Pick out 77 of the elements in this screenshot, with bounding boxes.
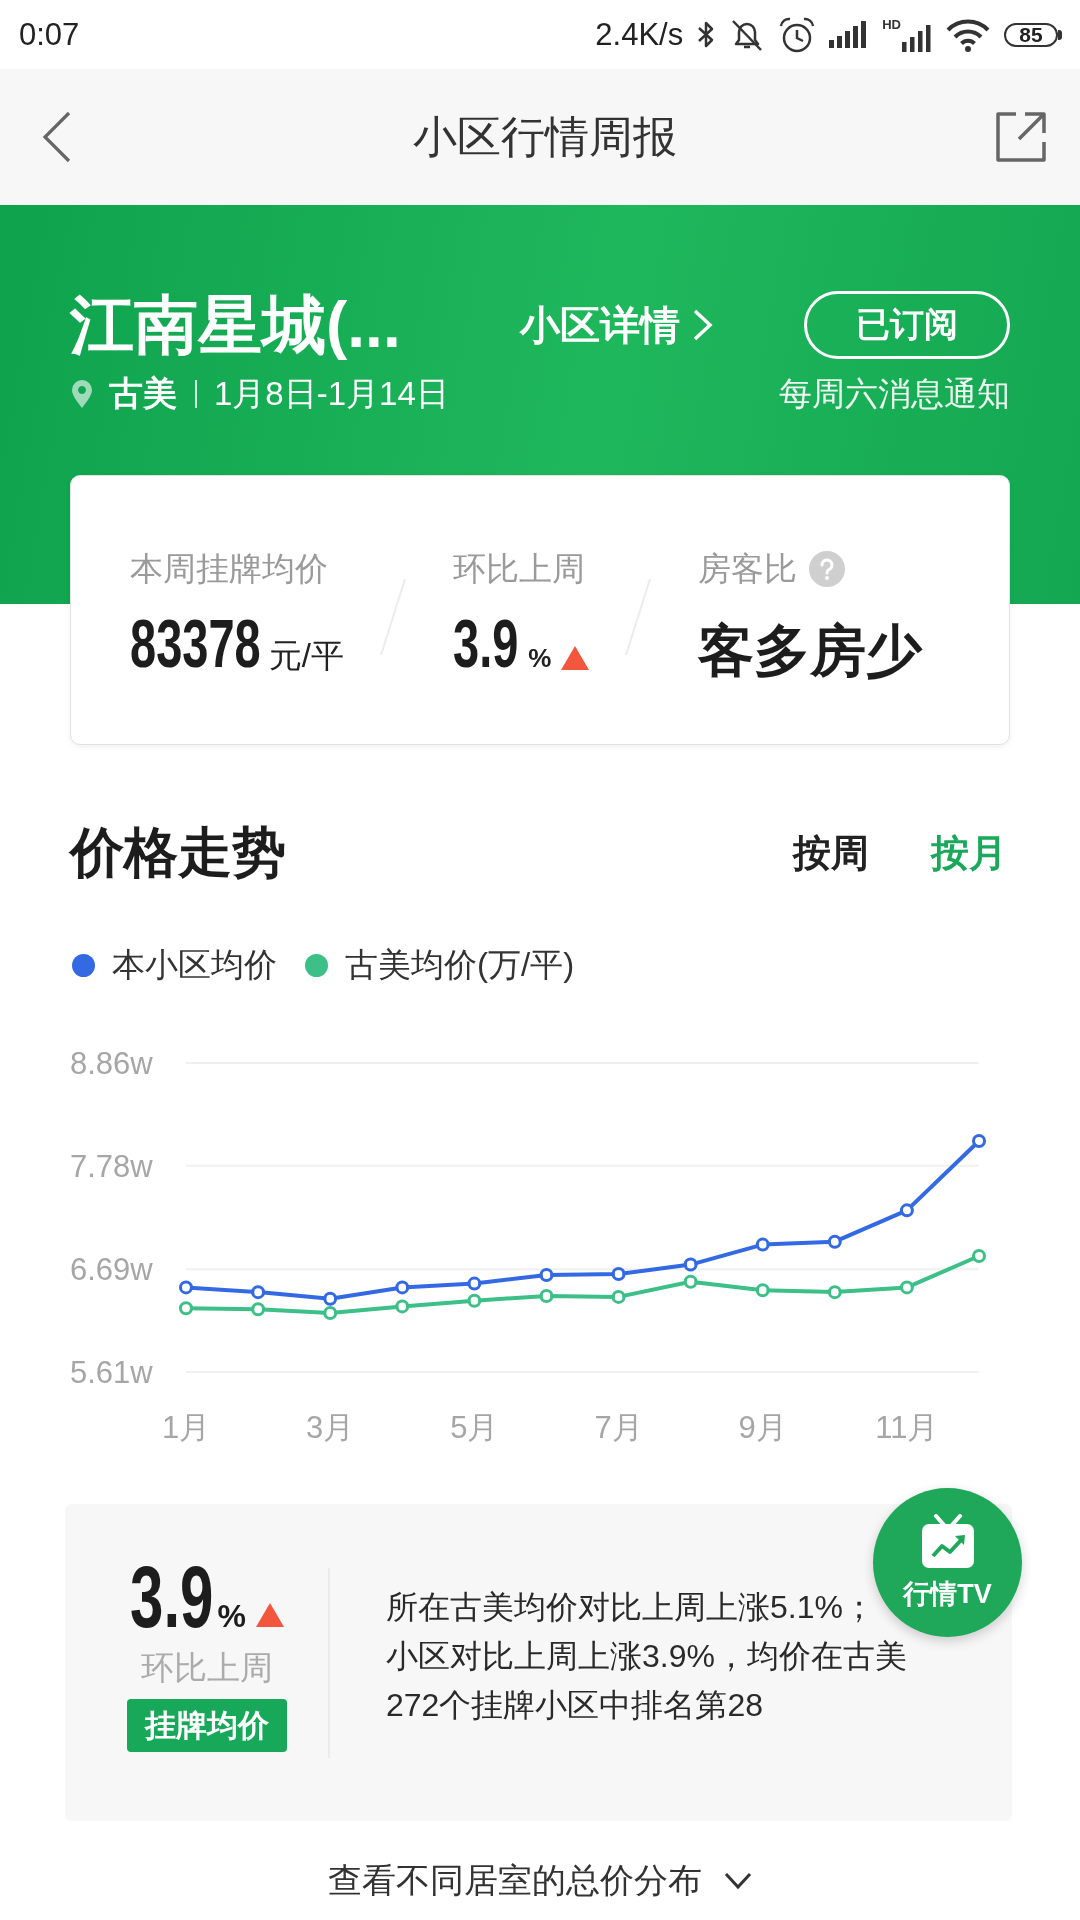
data-point [251, 1302, 266, 1317]
stat-label: 房客比 [698, 548, 797, 589]
x-axis-label: 7月 [594, 1410, 643, 1445]
data-point [467, 1276, 482, 1291]
data-point [395, 1280, 410, 1295]
x-axis-label: 9月 [738, 1410, 787, 1445]
data-point [395, 1299, 410, 1314]
data-point [179, 1301, 193, 1316]
chevron-down-icon [724, 1872, 752, 1890]
data-point [467, 1293, 482, 1308]
legend-label: 古美均价(万/平) [345, 944, 575, 985]
data-point [683, 1257, 698, 1272]
data-point [323, 1291, 338, 1306]
change-value: 3.9 [130, 1549, 214, 1645]
summary-line: 272个挂牌小区中排名第28 [386, 1686, 763, 1725]
y-axis-label: 8.86w [70, 1046, 153, 1081]
stat-label: 环比上周 [453, 548, 585, 589]
percent-unit: % [217, 1596, 246, 1636]
stat-value: 3.9 [453, 603, 519, 684]
change-caption: 环比上周 [141, 1647, 273, 1688]
data-point [323, 1306, 338, 1321]
alarm-clock-icon [778, 15, 817, 54]
wifi-icon [945, 17, 991, 52]
share-button[interactable] [994, 110, 1048, 164]
signal-icon [902, 24, 932, 52]
data-point [827, 1285, 842, 1300]
network-speed: 2.4K/s [595, 16, 684, 53]
data-point [611, 1289, 626, 1304]
battery-indicator: 85 [1004, 22, 1062, 47]
share-icon [994, 110, 1048, 164]
x-axis-label: 1月 [161, 1410, 211, 1445]
community-name: 江南星城(... [70, 291, 402, 359]
details-link[interactable]: 小区详情 [520, 297, 714, 353]
stat-label: 本周挂牌均价 [130, 548, 328, 589]
x-axis-label: 11月 [875, 1410, 939, 1445]
data-point [972, 1133, 986, 1148]
period-tab[interactable]: 按周 [793, 827, 869, 879]
subscribe-button[interactable]: 已订阅 [804, 291, 1010, 359]
stat-unit: 元/平 [268, 636, 344, 676]
price-distribution-link[interactable]: 查看不同居室的总价分布 [328, 1856, 752, 1906]
stat-value: 83378 [130, 603, 261, 684]
notice-text: 每周六消息通知 [779, 373, 1010, 414]
summary-line: 所在古美均价对比上周上涨5.1%； [386, 1588, 875, 1627]
back-chevron-icon [42, 111, 72, 163]
data-point [179, 1280, 193, 1295]
data-point [539, 1268, 554, 1282]
y-axis-label: 6.69w [70, 1252, 153, 1288]
period-tab[interactable]: 按月 [931, 827, 1007, 879]
data-point [539, 1288, 554, 1303]
data-point [251, 1285, 266, 1300]
stat-unit: % [528, 642, 552, 675]
x-axis-label: 5月 [450, 1410, 499, 1445]
hd-label: HD [882, 17, 901, 31]
x-axis-label: 3月 [306, 1410, 355, 1445]
data-point [611, 1267, 626, 1282]
data-point [755, 1283, 770, 1298]
data-point [755, 1237, 770, 1252]
data-point [899, 1203, 914, 1218]
data-point [827, 1234, 842, 1249]
y-axis-label: 7.78w [70, 1148, 153, 1184]
status-time: 0:07 [19, 16, 80, 53]
stat-value: 客多房少 [698, 621, 922, 681]
district-name: 古美 [109, 373, 177, 414]
date-range: 1月8日-1月14日 [214, 373, 449, 414]
tv-icon [919, 1513, 976, 1570]
data-point [899, 1280, 914, 1295]
price-badge: 挂牌均价 [127, 1698, 287, 1752]
data-point [683, 1274, 698, 1289]
data-point [972, 1249, 986, 1263]
y-axis-label: 5.61w [70, 1355, 153, 1390]
back-button[interactable] [42, 111, 72, 163]
page-title: 小区行情周报 [413, 110, 677, 163]
location-pin-icon [70, 379, 94, 409]
summary-line: 小区对比上周上涨3.9%，均价在古美 [386, 1637, 907, 1676]
section-title: 价格走势 [70, 820, 286, 884]
chevron-right-icon [692, 308, 714, 342]
legend-label: 本小区均价 [112, 944, 277, 985]
